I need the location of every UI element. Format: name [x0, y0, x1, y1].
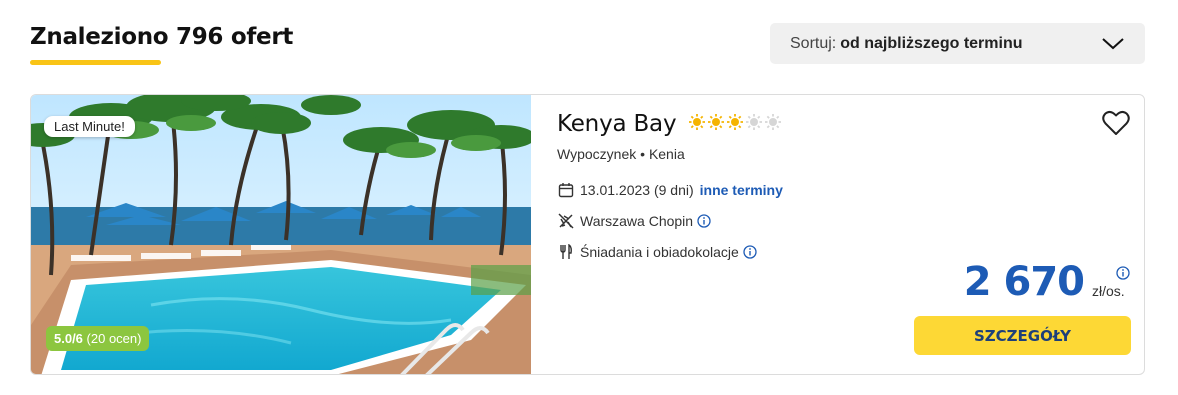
- star-filled-icon: [688, 113, 706, 136]
- details-button[interactable]: SZCZEGÓŁY: [914, 316, 1131, 355]
- offer-country: Kenia: [648, 146, 685, 162]
- other-dates-link[interactable]: inne terminy: [700, 182, 783, 198]
- offer-card[interactable]: Last Minute! 5.0/6 (20 ocen) Kenya Bay W…: [30, 94, 1145, 375]
- hotel-stars: [688, 113, 782, 136]
- results-header: Znaleziono 796 ofert: [30, 24, 293, 65]
- plane-icon: [557, 212, 575, 230]
- hotel-title-row: Kenya Bay: [557, 111, 782, 137]
- hotel-name[interactable]: Kenya Bay: [557, 111, 677, 137]
- date-row: 13.01.2023 (9 dni) inne terminy: [557, 181, 783, 199]
- offer-date: 13.01.2023 (9 dni): [580, 182, 694, 198]
- results-count-title: Znaleziono 796 ofert: [30, 24, 294, 50]
- offer-details: Kenya Bay Wypoczynek • Kenia 13.01.2023 …: [557, 95, 1144, 374]
- offer-category: Wypoczynek: [557, 146, 637, 162]
- star-filled-icon: [726, 113, 744, 136]
- sort-label: Sortuj:: [790, 34, 837, 52]
- rating-badge: 5.0/6 (20 ocen): [46, 326, 150, 351]
- heart-icon[interactable]: [1102, 110, 1130, 141]
- departure-row: Warszawa Chopin: [557, 212, 711, 230]
- star-filled-icon: [707, 113, 725, 136]
- rating-score: 5.0/6: [54, 331, 83, 346]
- cutlery-icon: [557, 243, 575, 261]
- board-type: Śniadania i obiadokolacje: [580, 244, 739, 260]
- price-block: 2 670 zł/os.: [964, 262, 1130, 302]
- sort-dropdown[interactable]: Sortuj: od najbliższego terminu: [770, 23, 1145, 64]
- star-empty-icon: [745, 113, 763, 136]
- calendar-icon: [557, 181, 575, 199]
- rating-count: (20 ocen): [86, 331, 142, 346]
- price-unit: zł/os.: [1092, 283, 1125, 299]
- price-amount: 2 670: [963, 259, 1085, 305]
- sort-value: od najbliższego terminu: [840, 34, 1023, 52]
- info-icon[interactable]: [743, 245, 757, 259]
- star-empty-icon: [764, 113, 782, 136]
- info-icon[interactable]: [697, 214, 711, 228]
- offer-region: Wypoczynek • Kenia: [557, 146, 685, 162]
- hotel-photo[interactable]: Last Minute! 5.0/6 (20 ocen): [31, 95, 531, 374]
- last-minute-badge: Last Minute!: [44, 116, 135, 137]
- chevron-down-icon: [1101, 34, 1125, 57]
- board-row: Śniadania i obiadokolacje: [557, 243, 757, 261]
- departure-airport: Warszawa Chopin: [580, 213, 694, 229]
- title-underline: [30, 60, 161, 65]
